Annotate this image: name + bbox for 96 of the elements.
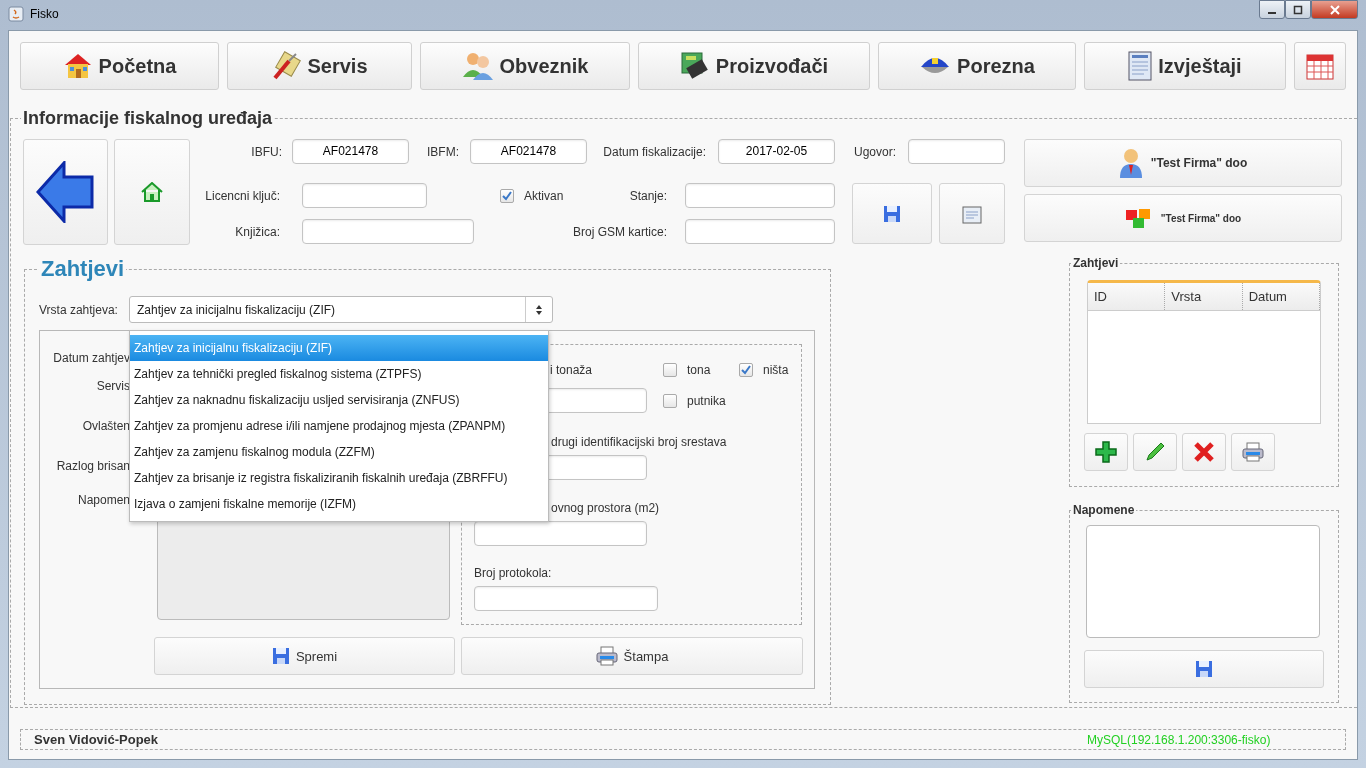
field-label: Datum fiskalizacije: [602,144,706,159]
field-label: Knjižica: [234,224,280,239]
field-label: Datum zahtjev [53,351,130,365]
field-label: Stanje: [628,188,667,203]
dropdown-option[interactable]: Zahtjev za zamjenu fiskalnog modula (ZZFM) [130,439,548,465]
dropdown-option[interactable]: Izjava o zamjeni fiskalne memorije (IZFM) [130,491,548,517]
company-button[interactable]: "Test Firma" doo [1024,139,1342,187]
checkbox-label: putnika [687,393,726,408]
input-field[interactable]: AF021478 [470,139,587,164]
field-label: Ugovor: [854,144,896,159]
maximize-icon [1293,4,1303,15]
field-label: IBFU: [250,144,282,159]
input-field[interactable] [908,139,1005,164]
field-label: Servis [96,379,130,393]
field-label: Licencni ključ: [204,188,280,203]
field-label: Broj protokola: [474,566,553,580]
circuit-board-icon [679,51,710,81]
field-label: Napomen [77,493,130,507]
field-label: IBFM: [427,144,457,159]
input-field[interactable] [685,219,835,244]
document-button[interactable] [939,183,1005,244]
field-label: Vrsta zahtjeva: [39,302,119,317]
calendar-button[interactable] [1294,42,1346,90]
column-header[interactable]: Vrsta [1165,283,1243,310]
close-icon [1193,441,1215,463]
print-button[interactable] [1231,433,1275,471]
plus-icon [1095,441,1117,463]
input-field[interactable]: AF021478 [292,139,409,164]
field-label: drugi identifikacijski broj srestava [551,435,728,449]
dropdown-option[interactable]: Zahtjev za promjenu adrese i/ili namjene prodajnog mjesta (ZPANPM) [130,413,548,439]
checkbox[interactable] [663,393,677,408]
section-title: Informacije fiskalnog uređaja [22,108,274,129]
input-field[interactable] [302,183,427,208]
input-field[interactable] [474,521,647,546]
back-arrow-icon [35,161,96,223]
checkbox[interactable] [500,188,514,203]
edit-button[interactable] [1133,433,1177,471]
person-icon [1118,147,1143,179]
delete-button[interactable] [1182,433,1226,471]
dropdown-option[interactable]: Zahtjev za brisanje iz registra fiskaliziranih fiskalnih uređaja (ZBRFFU) [130,465,548,491]
document-icon [962,203,983,224]
field-label: ovnog prostora (m2) [551,501,661,515]
nav-button[interactable]: Početna [20,42,219,90]
input-field[interactable] [302,219,474,244]
field-label: i tonaža [550,363,594,377]
cubes-icon [1124,206,1153,230]
maximize-button[interactable] [1285,0,1311,19]
calendar-icon [1305,51,1335,81]
printer-icon [595,646,618,666]
connection-status: MySQL(192.168.1.200:3306-fisko) [1087,732,1271,747]
minimize-button[interactable] [1259,0,1285,19]
minimize-icon [1268,11,1276,14]
input-field[interactable] [685,183,835,208]
nav-button[interactable]: Servis [227,42,412,90]
nav-button[interactable]: Proizvođači [638,42,870,90]
home-button[interactable] [114,139,190,245]
close-button[interactable] [1311,0,1358,19]
dropdown-option[interactable]: Zahtjev za naknadnu fiskalizaciju usljed servisiranja (ZNFUS) [130,387,548,413]
checkbox-label: ništa [763,363,789,377]
app-icon [8,6,24,22]
close-icon [1328,4,1341,15]
checkbox[interactable] [663,363,677,377]
input-field[interactable] [474,586,658,611]
print-button[interactable]: Štampa [461,637,803,675]
save-button[interactable] [852,183,933,244]
column-header[interactable]: Datum [1242,283,1320,310]
dropdown-option[interactable]: Zahtjev za tehnički pregled fiskalnog sistema (ZTPFS) [130,361,548,387]
checkbox-label: tona [687,363,712,377]
field-label: Broj GSM kartice: [571,224,667,239]
request-type-dropdown[interactable]: Zahtjev za inicijalnu fiskalizaciju (ZIF) [129,296,553,323]
notes-text-area[interactable] [1086,525,1320,638]
user-name: Sven Vidović-Popek [34,732,160,747]
group-title: Zahtjevi [1072,256,1120,270]
pencil-icon [1144,441,1166,463]
window-title: Fisko [30,6,59,22]
field-label: Ovlašten [82,419,130,433]
add-button[interactable] [1084,433,1128,471]
nav-button[interactable]: Porezna [878,42,1076,90]
people-icon [461,51,494,81]
section-title: Zahtjevi [40,256,126,282]
house-icon [141,182,163,202]
back-button[interactable] [23,139,108,245]
nav-button[interactable]: Izvještaji [1084,42,1286,90]
checkbox-label: Aktivan [524,188,565,203]
group-title: Napomene [1072,503,1136,517]
checkbox[interactable] [739,363,753,377]
printer-icon [1242,442,1264,462]
spinner-arrows-icon [535,303,543,316]
document-icon [1128,51,1153,81]
nav-button[interactable]: Obveznik [420,42,630,90]
save-button[interactable]: Spremi [154,637,455,675]
tools-icon [271,51,302,81]
field-label: Razlog brisan [56,459,130,473]
column-header[interactable]: ID [1088,283,1166,310]
input-field[interactable]: 2017-02-05 [718,139,835,164]
company-button[interactable]: "Test Firma" doo [1024,194,1342,242]
